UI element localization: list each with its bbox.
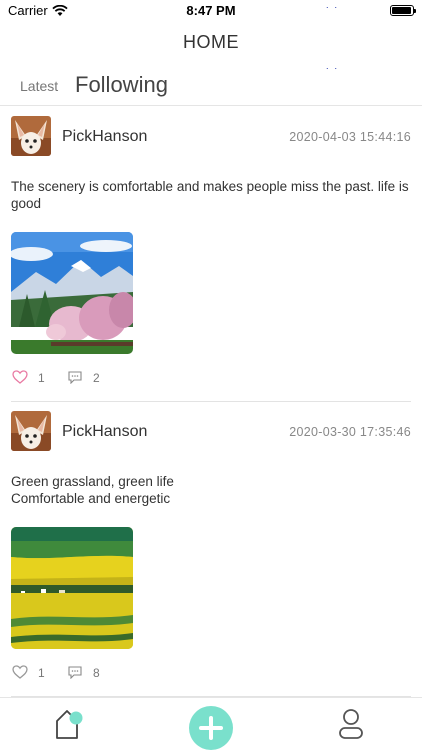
- post-image[interactable]: [11, 232, 133, 354]
- comment-icon[interactable]: [68, 666, 82, 684]
- add-post-button[interactable]: [189, 706, 233, 750]
- post-text-line: Green grassland, green life: [11, 474, 174, 489]
- comment-count: 8: [93, 666, 100, 680]
- comment-icon[interactable]: [68, 371, 82, 389]
- battery-icon: [390, 5, 416, 16]
- post-card[interactable]: PickHanson 2020-04-03 15:44:16 The scene…: [0, 106, 422, 402]
- status-bar: Carrier 8:47 PM: [0, 0, 422, 22]
- like-count: 1: [38, 666, 45, 680]
- post-text: Green grassland, green life Comfortable …: [11, 473, 416, 507]
- post-text-line: Comfortable and energetic: [11, 491, 171, 506]
- tab-latest[interactable]: Latest: [20, 78, 58, 94]
- post-text: The scenery is comfortable and makes peo…: [11, 179, 409, 211]
- post-username[interactable]: PickHanson: [62, 423, 147, 441]
- clock: 8:47 PM: [186, 3, 236, 18]
- post-username[interactable]: PickHanson: [62, 128, 147, 146]
- feed-tabs: Latest Following: [0, 70, 422, 106]
- post-card[interactable]: PickHanson 2020-03-30 17:35:46 Green gra…: [0, 401, 422, 697]
- profile-icon[interactable]: [338, 708, 364, 745]
- like-heart-icon[interactable]: [12, 370, 28, 389]
- page-title: HOME: [183, 32, 239, 52]
- post-timestamp: 2020-04-03 15:44:16: [289, 130, 411, 144]
- avatar[interactable]: [11, 116, 51, 156]
- home-icon[interactable]: [54, 708, 84, 745]
- decorative-dots: ..: [326, 0, 344, 10]
- comment-count: 2: [93, 371, 100, 385]
- post-timestamp: 2020-03-30 17:35:46: [289, 425, 411, 439]
- like-count: 1: [38, 371, 45, 385]
- post-image[interactable]: [11, 527, 133, 649]
- like-heart-icon[interactable]: [12, 665, 28, 684]
- tab-following[interactable]: Following: [75, 72, 168, 98]
- tab-bar: [0, 697, 422, 750]
- avatar[interactable]: [11, 411, 51, 451]
